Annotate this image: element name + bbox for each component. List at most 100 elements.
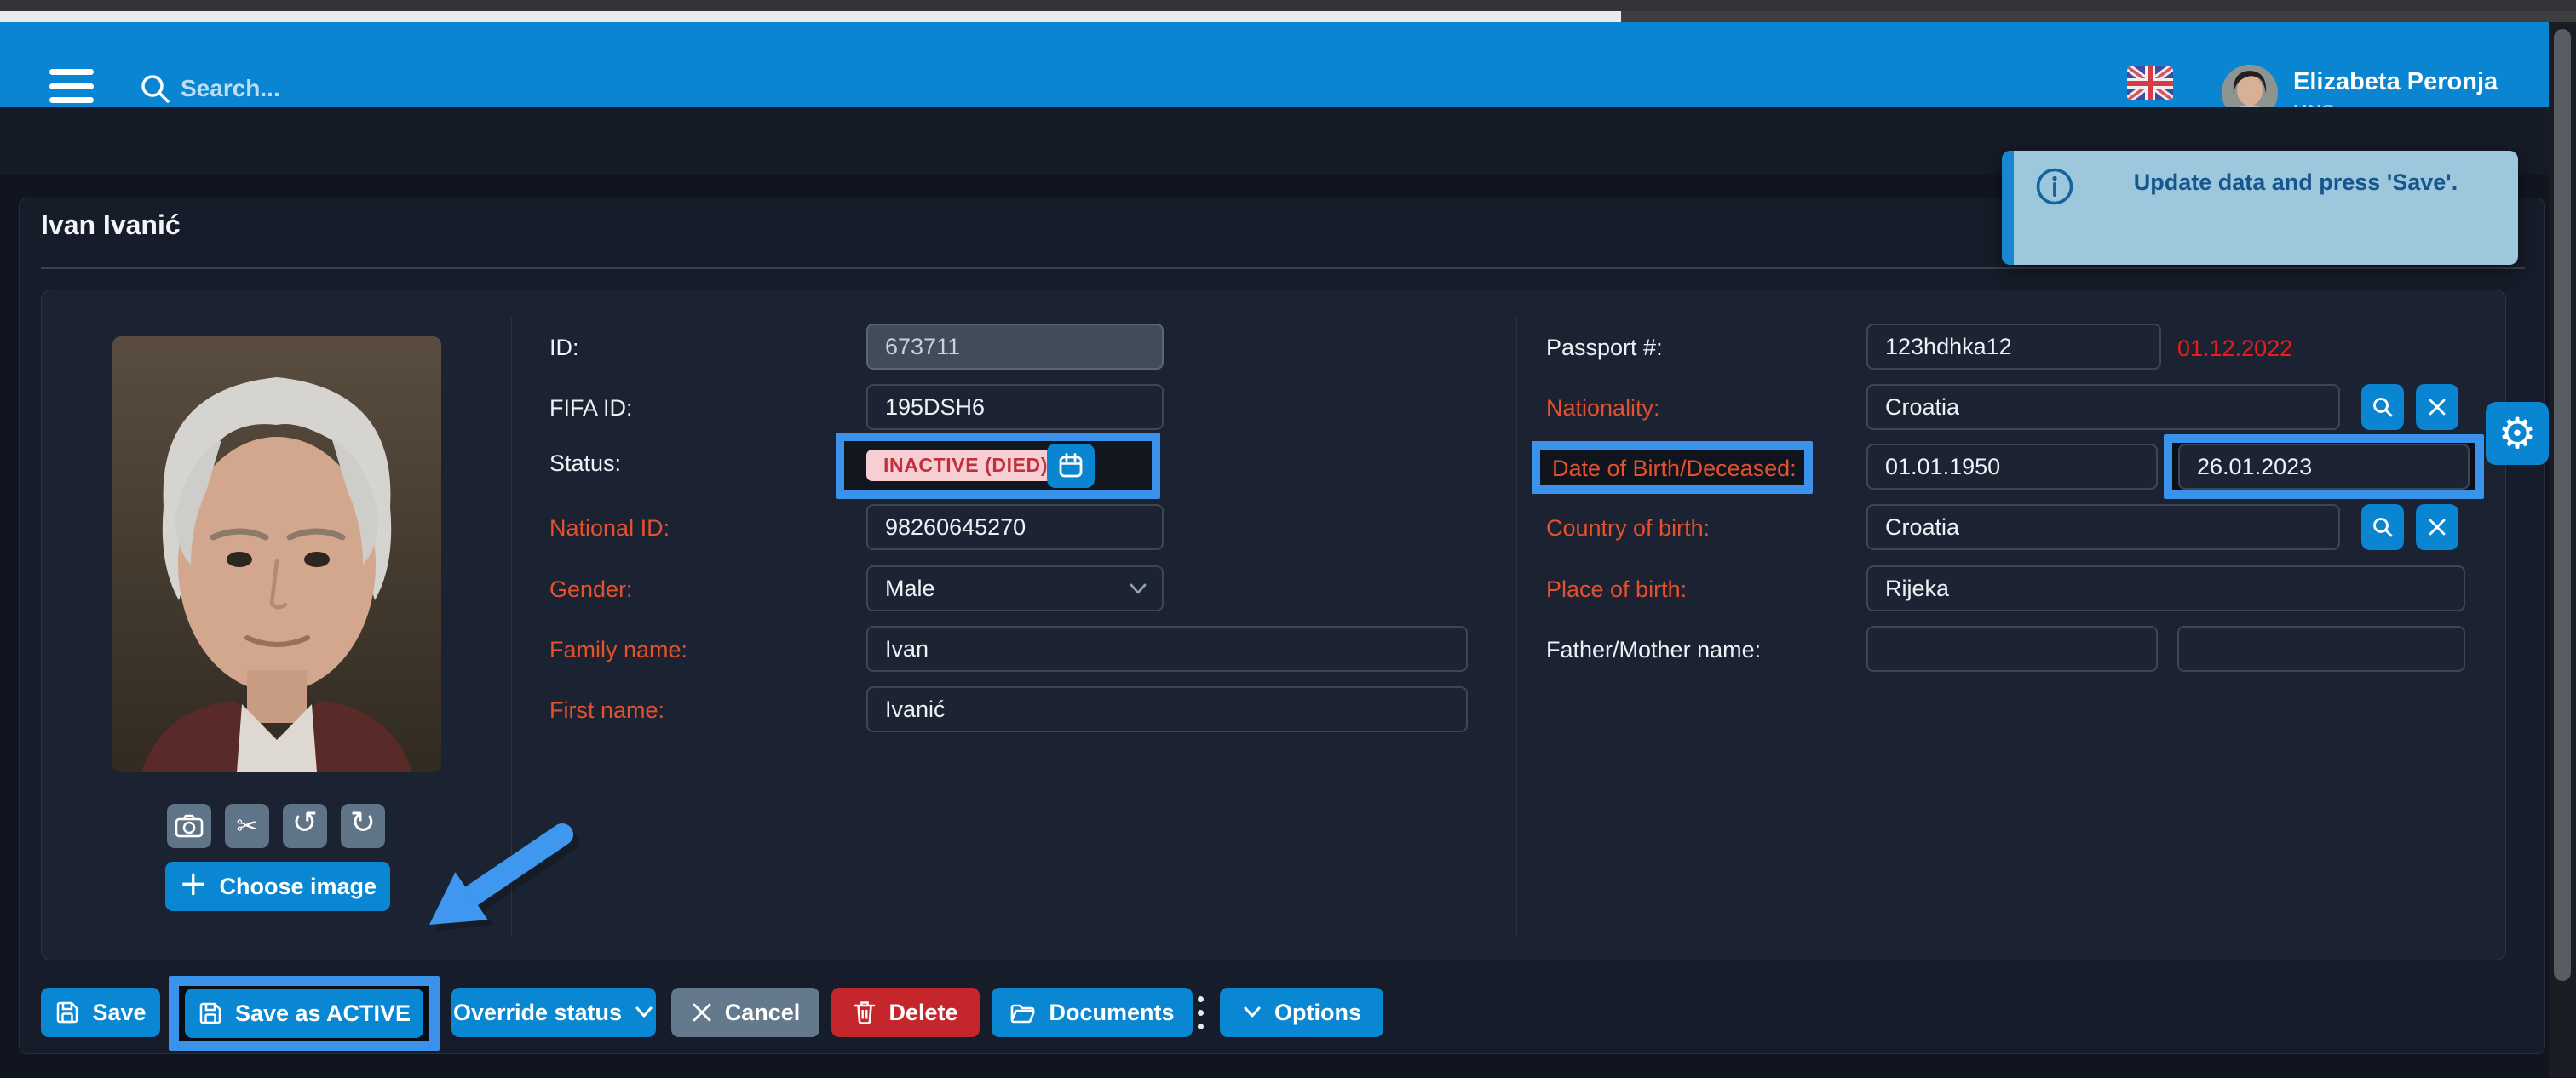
country-of-birth-field[interactable]: Croatia xyxy=(1866,504,2340,550)
country-search-button[interactable] xyxy=(2361,504,2404,550)
nationality-clear-button[interactable] xyxy=(2416,384,2458,430)
family-name-label: Family name: xyxy=(549,637,687,663)
person-photo xyxy=(112,336,441,772)
national-id-label: National ID: xyxy=(549,515,670,542)
uk-flag-icon[interactable] xyxy=(2127,66,2173,100)
status-highlight-box: INACTIVE (DIED) xyxy=(836,433,1160,499)
save-active-highlight-box: Save as ACTIVE xyxy=(169,976,440,1051)
tooltip-accent-stripe xyxy=(2002,151,2014,265)
delete-label: Delete xyxy=(888,1000,957,1026)
gender-select[interactable]: Male xyxy=(866,565,1164,611)
delete-button[interactable]: Delete xyxy=(831,988,980,1037)
nationality-search-button[interactable] xyxy=(2361,384,2404,430)
camera-icon xyxy=(175,813,204,839)
search-icon xyxy=(2371,395,2395,419)
scissors-icon: ✂ xyxy=(236,811,257,841)
rotate-left-icon: ↺ xyxy=(292,808,318,839)
app-window: Search... Elizabeta Peronja xyxy=(0,0,2576,1078)
dob-label: Date of Birth/Deceased: xyxy=(1552,456,1797,482)
tooltip-text: Update data and press 'Save'. xyxy=(2096,169,2496,196)
options-label: Options xyxy=(1274,1000,1361,1026)
father-name-field[interactable] xyxy=(1866,626,2158,672)
annotation-arrow xyxy=(400,811,596,960)
deceased-date-highlight-box: 26.01.2023 xyxy=(2164,434,2484,499)
window-chrome-highlight-dark xyxy=(1621,11,2576,22)
nationality-field[interactable]: Croatia xyxy=(1866,384,2340,430)
save-button[interactable]: Save xyxy=(41,988,160,1037)
nationality-label: Nationality: xyxy=(1546,395,1660,421)
fifa-id-field[interactable]: 195DSH6 xyxy=(866,384,1164,430)
country-of-birth-label: Country of birth: xyxy=(1546,515,1710,542)
gender-value: Male xyxy=(885,576,935,601)
birth-date-field[interactable]: 01.01.1950 xyxy=(1866,444,2158,490)
save-label: Save xyxy=(92,1000,146,1026)
documents-label: Documents xyxy=(1049,1000,1174,1026)
first-name-field[interactable]: Ivanić xyxy=(866,686,1468,732)
user-name[interactable]: Elizabeta Peronja xyxy=(2293,68,2498,96)
country-clear-button[interactable] xyxy=(2416,504,2458,550)
window-chrome-strip xyxy=(0,0,2576,11)
status-label: Status: xyxy=(549,450,621,477)
hamburger-menu-icon[interactable] xyxy=(49,69,94,103)
settings-button[interactable]: ⚙ xyxy=(2486,402,2549,465)
close-icon xyxy=(691,1001,713,1024)
fifa-id-label: FIFA ID: xyxy=(549,395,633,421)
folder-open-icon xyxy=(1009,1001,1037,1024)
documents-button[interactable]: Documents xyxy=(992,988,1193,1037)
title-divider xyxy=(41,267,2525,269)
rotate-right-button[interactable]: ↻ xyxy=(341,804,385,848)
notice-tooltip: Update data and press 'Save'. xyxy=(2002,151,2518,265)
plus-icon: + xyxy=(179,864,208,903)
family-name-field[interactable]: Ivan xyxy=(866,626,1468,672)
chevron-down-icon xyxy=(634,1005,654,1020)
trash-icon xyxy=(853,1000,877,1025)
passport-label: Passport #: xyxy=(1546,335,1663,361)
rotate-left-button[interactable]: ↺ xyxy=(283,804,327,848)
choose-image-label: Choose image xyxy=(219,874,377,900)
status-badge: INACTIVE (DIED) xyxy=(866,450,1065,481)
rotate-right-icon: ↻ xyxy=(350,808,376,839)
save-as-active-button[interactable]: Save as ACTIVE xyxy=(185,989,423,1038)
passport-expiry-date: 01.12.2022 xyxy=(2177,335,2292,362)
place-of-birth-field[interactable]: Rijeka xyxy=(1866,565,2465,611)
choose-image-button[interactable]: + Choose image xyxy=(165,862,390,911)
override-status-button[interactable]: Override status xyxy=(451,988,656,1037)
cancel-button[interactable]: Cancel xyxy=(671,988,819,1037)
save-icon xyxy=(55,1000,80,1025)
national-id-field[interactable]: 98260645270 xyxy=(866,504,1164,550)
save-as-active-label: Save as ACTIVE xyxy=(235,1001,411,1027)
override-status-label: Override status xyxy=(453,1000,622,1026)
id-label: ID: xyxy=(549,335,579,361)
search-placeholder: Search... xyxy=(181,75,280,102)
more-actions-separator-icon xyxy=(1198,996,1204,1029)
chevron-down-icon xyxy=(1242,1005,1262,1020)
parents-label: Father/Mother name: xyxy=(1546,637,1761,663)
app-header: Search... Elizabeta Peronja xyxy=(0,22,2549,107)
window-chrome-highlight xyxy=(0,11,1621,22)
crop-button[interactable]: ✂ xyxy=(225,804,269,848)
dob-label-highlight-box: Date of Birth/Deceased: xyxy=(1532,441,1813,494)
cancel-label: Cancel xyxy=(725,1000,801,1026)
gear-icon: ⚙ xyxy=(2498,412,2537,455)
page-title: Ivan Ivanić xyxy=(41,209,181,241)
scrollbar-thumb[interactable] xyxy=(2554,29,2571,981)
chevron-down-icon xyxy=(1128,581,1148,598)
deceased-date-field[interactable]: 26.01.2023 xyxy=(2178,444,2470,490)
options-button[interactable]: Options xyxy=(1220,988,1383,1037)
calendar-icon xyxy=(1057,452,1084,479)
column-divider xyxy=(1516,317,1517,935)
search-icon xyxy=(2371,515,2395,539)
mother-name-field[interactable] xyxy=(2177,626,2465,672)
close-icon xyxy=(2426,516,2448,538)
id-field: 673711 xyxy=(866,324,1164,370)
status-date-button[interactable] xyxy=(1047,444,1095,488)
search-icon xyxy=(138,72,172,106)
gender-label: Gender: xyxy=(549,576,633,603)
passport-field[interactable]: 123hdhka12 xyxy=(1866,324,2161,370)
info-icon xyxy=(2034,166,2075,207)
close-icon xyxy=(2426,396,2448,418)
save-icon xyxy=(198,1001,223,1026)
first-name-label: First name: xyxy=(549,697,664,724)
place-of-birth-label: Place of birth: xyxy=(1546,576,1687,603)
take-photo-button[interactable] xyxy=(167,804,211,848)
